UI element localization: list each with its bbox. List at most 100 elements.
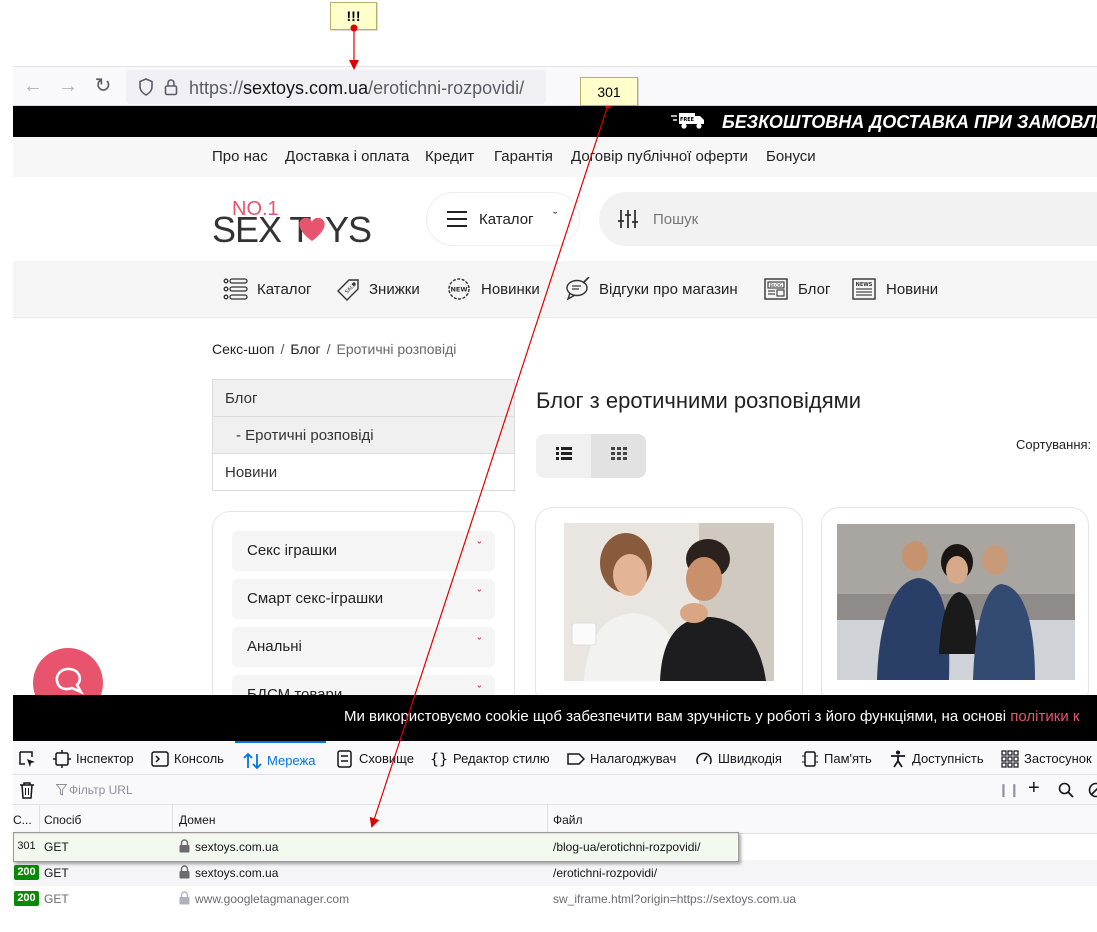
lock-icon — [179, 891, 190, 905]
column-header-status[interactable]: С... — [13, 813, 32, 827]
menu-item-reviews[interactable]: Відгуки про магазин — [565, 277, 750, 303]
site-logo[interactable]: NO.1 SEX T YS — [212, 191, 372, 247]
tab-accessibility[interactable]: Доступність — [889, 741, 985, 775]
menu-item-new[interactable]: NEW Новинки — [447, 277, 547, 303]
console-icon — [151, 751, 169, 767]
nav-link-delivery[interactable]: Доставка і оплата — [285, 148, 409, 165]
table-row[interactable]: 200 GET sextoys.com.ua /erotichni-rozpov… — [13, 860, 1097, 886]
filter-sliders-icon[interactable] — [617, 209, 639, 229]
element-picker-button[interactable] — [18, 741, 38, 775]
url-text[interactable]: https://sextoys.com.ua/erotichni-rozpovi… — [189, 78, 524, 99]
grid-view-button[interactable] — [591, 434, 646, 478]
reload-icon[interactable]: ↻ — [91, 75, 115, 99]
menu-item-discounts[interactable]: SALE Знижки — [335, 277, 425, 303]
block-icon[interactable] — [1088, 782, 1097, 798]
request-file: sw_iframe.html?origin=https://sextoys.co… — [553, 892, 797, 906]
status-code: 200 — [14, 865, 39, 880]
app-grid-icon — [1001, 750, 1019, 768]
page-title: Блог з еротичними розповідями — [536, 388, 862, 413]
article-image[interactable] — [837, 523, 1075, 681]
search-icon[interactable] — [1058, 782, 1074, 798]
list-view-button[interactable] — [536, 434, 591, 478]
free-delivery-banner: FREE БЕЗКОШТОВНА ДОСТАВКА ПРИ ЗАМОВЛЕННІ — [13, 106, 1097, 137]
add-filter-icon[interactable]: + — [1028, 777, 1040, 800]
nav-link-about[interactable]: Про нас — [212, 148, 268, 165]
devtools-tab-bar: Інспектор Консоль Мережа Сховище {} Реда… — [13, 741, 1097, 775]
memory-chip-icon — [802, 751, 818, 767]
menu-item-label: Каталог — [257, 281, 312, 298]
tab-debugger[interactable]: Налагоджувач — [567, 741, 679, 775]
url-scheme: https:// — [189, 78, 244, 98]
tab-label: Консоль — [174, 751, 224, 766]
chevron-down-icon: ˇ — [477, 637, 481, 649]
tab-memory[interactable]: Пам'ять — [801, 741, 879, 775]
menu-item-catalog[interactable]: Каталог — [223, 277, 313, 303]
table-row[interactable]: 200 GET www.googletagmanager.com sw_ifra… — [13, 886, 1097, 912]
catalog-dropdown-button[interactable]: Каталог ˇ — [426, 192, 580, 246]
request-domain: www.googletagmanager.com — [195, 892, 350, 906]
tab-label: Доступність — [912, 751, 984, 766]
cookie-policy-link[interactable]: політики к — [1010, 708, 1079, 725]
tab-inspector[interactable]: Інспектор — [53, 741, 135, 775]
news-icon: NEWS — [852, 278, 876, 300]
article-card[interactable] — [535, 507, 803, 707]
tab-application[interactable]: Застосунок — [1001, 741, 1097, 775]
breadcrumb: Секс-шоп / Блог / Еротичні розповіді — [212, 341, 457, 357]
lock-icon[interactable] — [164, 78, 178, 96]
view-toggle — [536, 434, 646, 478]
forward-arrow-icon[interactable]: → — [56, 75, 80, 99]
chevron-down-icon: ˇ — [477, 541, 481, 553]
category-sex-toys[interactable]: Секс іграшки ˇ — [232, 531, 495, 571]
blog-category-menu: Блог - Еротичні розповіді Новини — [212, 379, 515, 491]
chevron-down-icon: ˇ — [477, 589, 481, 601]
column-header-method[interactable]: Спосіб — [44, 813, 81, 827]
tab-console[interactable]: Консоль — [151, 741, 227, 775]
column-header-domain[interactable]: Домен — [179, 813, 216, 827]
category-anal[interactable]: Анальні ˇ — [232, 627, 495, 667]
new-badge-icon: NEW — [448, 278, 470, 300]
blog-menu-item-erotic-stories[interactable]: - Еротичні розповіді — [213, 417, 514, 454]
cookie-text: Ми використовуємо cookie щоб забезпечити… — [344, 708, 1079, 725]
search-box — [599, 192, 1097, 246]
blog-menu-item-news[interactable]: Новини — [213, 454, 514, 491]
breadcrumb-link-shop[interactable]: Секс-шоп — [212, 341, 274, 357]
article-image[interactable] — [564, 523, 774, 681]
nav-link-credit[interactable]: Кредит — [425, 148, 474, 165]
url-path: /erotichni-rozpovidi/ — [368, 78, 525, 98]
cookie-consent-bar: Ми використовуємо cookie щоб забезпечити… — [13, 695, 1097, 741]
search-input[interactable] — [653, 208, 1053, 230]
chat-icon — [55, 667, 85, 695]
menu-item-label: Новини — [886, 281, 939, 298]
blog-menu-item-blog[interactable]: Блог — [213, 380, 514, 417]
hamburger-icon — [447, 211, 467, 227]
site-header: NO.1 SEX T YS Каталог ˇ — [13, 177, 1097, 261]
menu-item-blog[interactable]: BLOG Блог — [764, 277, 844, 303]
category-smart-toys[interactable]: Смарт секс-іграшки ˇ — [232, 579, 495, 619]
nav-link-warranty[interactable]: Гарантія — [494, 148, 553, 165]
category-label: Смарт секс-іграшки — [247, 590, 384, 607]
tab-label: Застосунок — [1024, 751, 1092, 766]
menu-item-news[interactable]: NEWS Новини — [852, 277, 952, 303]
tab-performance[interactable]: Швидкодія — [695, 741, 787, 775]
pause-icon[interactable]: ❙❙ — [998, 782, 1020, 798]
cookie-message: Ми використовуємо cookie щоб забезпечити… — [344, 708, 1011, 725]
braces-icon: {} — [430, 750, 448, 768]
back-arrow-icon[interactable]: ← — [21, 75, 45, 99]
tab-style-editor[interactable]: {} Редактор стилю — [430, 741, 552, 775]
menu-item-label: Знижки — [369, 281, 420, 298]
column-header-file[interactable]: Файл — [553, 813, 583, 827]
tab-label: Сховище — [359, 751, 414, 766]
tab-storage[interactable]: Сховище — [336, 741, 418, 775]
tab-label: Пам'ять — [824, 751, 872, 766]
filter-url-input[interactable] — [55, 780, 355, 800]
nav-link-bonuses[interactable]: Бонуси — [766, 148, 816, 165]
trash-icon[interactable] — [19, 781, 35, 799]
breadcrumb-link-blog[interactable]: Блог — [290, 341, 320, 357]
shield-icon[interactable] — [138, 78, 154, 96]
tab-network[interactable]: Мережа — [235, 741, 326, 775]
article-card[interactable] — [821, 507, 1089, 707]
promo-text: БЕЗКОШТОВНА ДОСТАВКА ПРИ ЗАМОВЛЕННІ — [722, 112, 1097, 132]
address-bar[interactable]: https://sextoys.com.ua/erotichni-rozpovi… — [126, 70, 546, 104]
nav-link-offer[interactable]: Договір публічної оферти — [571, 148, 748, 165]
storage-icon — [337, 750, 352, 768]
